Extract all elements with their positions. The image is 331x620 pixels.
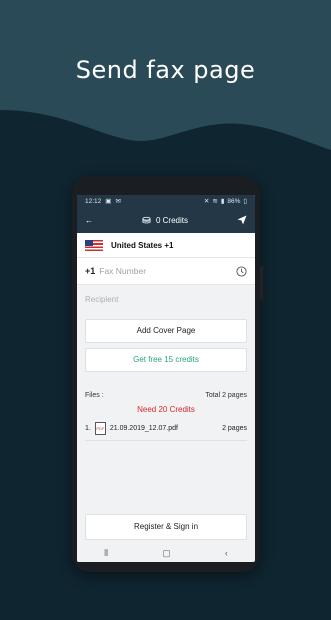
android-nav-bar: ⦀ ▢ ‹ — [77, 544, 255, 562]
divider — [85, 440, 247, 441]
clock-icon[interactable] — [236, 265, 247, 277]
us-flag-icon — [85, 239, 103, 251]
battery-icon: ▯ — [243, 198, 247, 205]
back-arrow-icon[interactable]: ← — [85, 216, 93, 225]
file-name: 21.09.2019_12.07.pdf — [109, 424, 178, 432]
total-pages: Total 2 pages — [205, 392, 247, 399]
gallery-icon: ▣ — [105, 198, 112, 205]
app-bar: ← 0 Credits — [77, 207, 255, 233]
phone-side-button — [260, 266, 263, 300]
add-cover-page-button[interactable]: Add Cover Page — [85, 319, 247, 343]
file-row[interactable]: 1. PDF 21.09.2019_12.07.pdf 2 pages — [77, 420, 255, 436]
status-bar: 12:12 ▣ ✉ ✕ ≋ ▮ 86% ▯ — [77, 195, 255, 207]
send-icon[interactable] — [237, 215, 247, 225]
file-pages: 2 pages — [222, 424, 247, 432]
pdf-file-icon: PDF — [94, 421, 106, 435]
file-index: 1. — [85, 424, 91, 432]
fax-number-row: +1 Fax Number — [77, 258, 255, 285]
home-icon[interactable]: ▢ — [162, 548, 171, 559]
need-credits-warning: Need 20 Credits — [137, 405, 195, 414]
bottom-area: Register & Sign in ⦀ ▢ ‹ — [77, 514, 255, 562]
phone-screen: 12:12 ▣ ✉ ✕ ≋ ▮ 86% ▯ ← 0 Credits United… — [77, 195, 255, 562]
signal-icon: ▮ — [220, 198, 225, 205]
credits-display[interactable]: 0 Credits — [142, 216, 188, 225]
battery-text: 86% — [227, 197, 241, 205]
files-header: Files : Total 2 pages — [77, 392, 255, 399]
register-sign-in-button[interactable]: Register & Sign in — [85, 514, 247, 540]
credits-label: 0 Credits — [155, 215, 188, 225]
country-selector[interactable]: United States +1 — [77, 233, 255, 258]
country-label: United States +1 — [111, 240, 174, 250]
status-time: 12:12 — [85, 197, 102, 205]
message-icon: ✉ — [115, 198, 121, 205]
phone-frame: 12:12 ▣ ✉ ✕ ≋ ▮ 86% ▯ ← 0 Credits United… — [72, 176, 263, 572]
wifi-icon: ≋ — [212, 198, 218, 205]
mute-icon: ✕ — [203, 198, 210, 205]
fax-number-input[interactable]: Fax Number — [99, 266, 146, 276]
page-headline: Send fax page — [75, 56, 256, 84]
recipient-input[interactable]: Recipient — [77, 285, 255, 313]
get-free-credits-button[interactable]: Get free 15 credits — [85, 348, 247, 372]
country-code-prefix: +1 — [85, 266, 96, 276]
recents-icon[interactable]: ⦀ — [104, 548, 108, 559]
files-label: Files : — [85, 392, 104, 399]
coins-icon — [142, 216, 151, 223]
back-icon[interactable]: ‹ — [225, 548, 228, 558]
